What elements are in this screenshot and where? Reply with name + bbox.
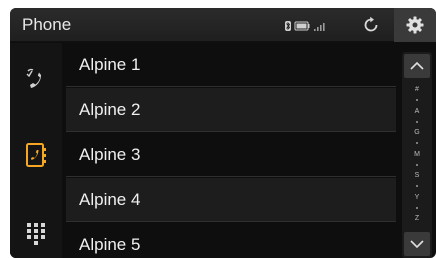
contact-name: Alpine 4 [79, 189, 141, 209]
chevron-down-icon [410, 240, 424, 249]
index-letter[interactable]: Z [415, 215, 419, 222]
contact-list: Alpine 1 Alpine 2 Alpine 3 Alpine 4 Alpi… [66, 43, 396, 258]
keypad-icon [27, 223, 45, 245]
phone-screen: Phone Alpine 1 Alpine 2 Alpine 3 Alpine … [10, 8, 436, 258]
refresh-button[interactable] [358, 13, 384, 37]
status-indicators [285, 21, 325, 31]
scroll-down-button[interactable] [404, 232, 430, 256]
list-item[interactable]: Alpine 1 [66, 43, 396, 87]
index-letter[interactable]: # [415, 86, 419, 93]
page-title: Phone [22, 15, 72, 34]
index-separator-dot [416, 163, 418, 166]
contact-name: Alpine 3 [79, 144, 141, 164]
signal-icon [314, 23, 325, 31]
nav-contacts-button[interactable] [10, 125, 62, 185]
phone-call-icon [26, 68, 41, 88]
list-item[interactable]: Alpine 3 [66, 133, 396, 177]
index-letters: # A G M S Y Z [402, 86, 432, 222]
index-separator-dot [416, 99, 418, 102]
side-nav [10, 43, 62, 258]
index-letter[interactable]: A [415, 108, 420, 115]
gear-icon [406, 16, 424, 34]
list-item[interactable]: Alpine 4 [66, 178, 396, 222]
nav-keypad-button[interactable] [10, 203, 62, 258]
chevron-up-icon [410, 61, 424, 70]
contact-name: Alpine 2 [79, 99, 141, 119]
index-separator-dot [416, 120, 418, 123]
bluetooth-icon [285, 21, 291, 31]
battery-icon [294, 21, 310, 31]
alphabet-index-scrollbar[interactable]: # A G M S Y Z [402, 52, 432, 258]
list-item[interactable]: Alpine 2 [66, 88, 396, 132]
contact-name: Alpine 5 [79, 234, 141, 254]
header-bar: Phone [10, 8, 436, 42]
index-letter[interactable]: G [414, 129, 419, 136]
index-separator-dot [416, 142, 418, 145]
settings-button[interactable] [394, 8, 436, 42]
index-letter[interactable]: M [414, 151, 420, 158]
list-item[interactable]: Alpine 5 [66, 223, 396, 258]
index-separator-dot [416, 185, 418, 188]
nav-recent-calls-button[interactable] [10, 49, 62, 109]
contact-name: Alpine 1 [79, 54, 141, 74]
index-letter[interactable]: S [415, 172, 420, 179]
contacts-book-icon [26, 143, 46, 167]
refresh-icon [364, 16, 378, 32]
scroll-up-button[interactable] [404, 54, 430, 78]
index-separator-dot [416, 206, 418, 209]
index-letter[interactable]: Y [415, 194, 420, 201]
